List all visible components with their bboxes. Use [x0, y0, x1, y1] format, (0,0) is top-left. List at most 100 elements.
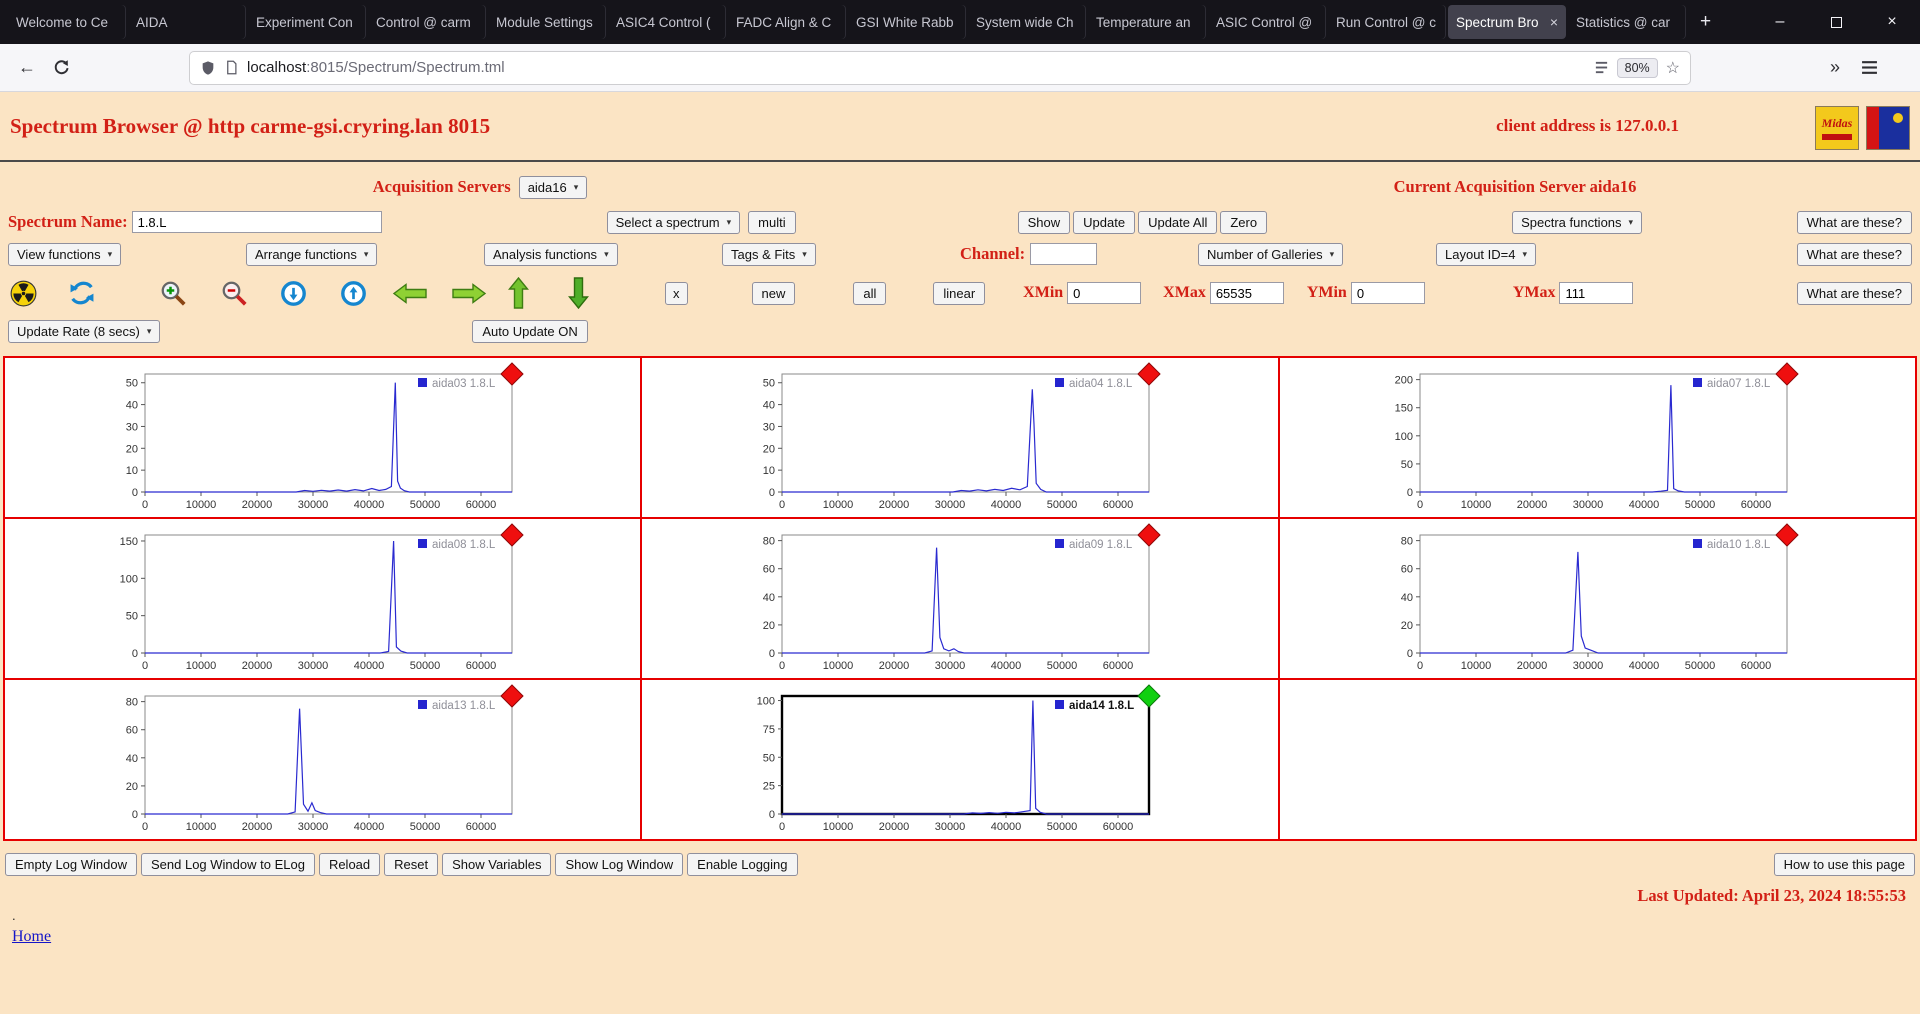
multi-button[interactable]: multi [748, 210, 796, 234]
x-tick-label: 30000 [1572, 499, 1603, 511]
spectrum-plot-aida08[interactable]: 0 50 100 150 0 10000 20000 30000 40000 50000 60000… [69, 523, 531, 675]
zoom-out-button[interactable] [219, 278, 249, 308]
reload-button[interactable] [44, 51, 78, 85]
update-all-button[interactable]: Update All [1138, 210, 1218, 234]
spectrum-plot-aida03[interactable]: 0 10 20 30 40 50 0 10000 20000 30000 40000 50000 600… [69, 362, 531, 514]
update-rate-select[interactable]: Update Rate (8 secs) ▾ [8, 320, 161, 343]
tab-gsi-white-rabb[interactable]: GSI White Rabb [848, 5, 966, 39]
what-are-these-button-1[interactable]: What are these? [1796, 210, 1912, 234]
x-tick-label: 60000 [1103, 821, 1134, 833]
spectrum-cell-aida14[interactable]: 0 25 50 75 100 0 10000 20000 30000 40000 50000 6000… [641, 679, 1279, 840]
radiation-button[interactable] [10, 280, 37, 307]
xmin-input[interactable] [1067, 282, 1142, 304]
spectrum-plot-aida13[interactable]: 0 20 40 60 80 0 10000 20000 30000 40000 50000 60000… [69, 684, 531, 836]
tab-welcome-to-ce[interactable]: Welcome to Ce [8, 5, 126, 39]
spectrum-plot-aida04[interactable]: 0 10 20 30 40 50 0 10000 20000 30000 40000 50000 600… [706, 362, 1168, 514]
spectrum-cell-aida07[interactable]: 0 50 100 150 200 0 10000 20000 30000 40000 50000 60… [1278, 357, 1916, 518]
bookmark-star-icon[interactable]: ☆ [1666, 58, 1680, 78]
channel-input[interactable] [1030, 243, 1098, 265]
tab-fadc-align-c[interactable]: FADC Align & C [728, 5, 846, 39]
refresh-button[interactable] [68, 279, 96, 307]
enable-logging-button[interactable]: Enable Logging [687, 853, 798, 876]
tags-fits-select[interactable]: Tags & Fits ▾ [722, 242, 816, 266]
overflow-menu-button[interactable]: » [1818, 51, 1852, 85]
window-maximize-button[interactable] [1808, 0, 1864, 44]
y-tick-label: 40 [763, 592, 775, 604]
tab-asic4-control[interactable]: ASIC4 Control ( [608, 5, 726, 39]
spectra-functions-select[interactable]: Spectra functions ▾ [1512, 210, 1643, 234]
zoom-in-button[interactable] [158, 278, 188, 308]
x-axis-button[interactable]: x [665, 281, 688, 305]
hamburger-menu-button[interactable] [1852, 51, 1886, 85]
spectrum-cell-aida13[interactable]: 0 20 40 60 80 0 10000 20000 30000 40000 50000 60000… [4, 679, 642, 840]
scroll-right-button[interactable] [451, 282, 487, 305]
ymax-input[interactable] [1559, 282, 1634, 304]
window-close-button[interactable]: × [1864, 0, 1920, 44]
spectrum-cell-aida10[interactable]: 0 20 40 60 80 0 10000 20000 30000 40000 50000 60000… [1278, 518, 1916, 679]
acquisition-server-select[interactable]: aida16 ▾ [518, 175, 588, 199]
how-to-use-button[interactable]: How to use this page [1773, 853, 1915, 876]
linear-button[interactable]: linear [933, 281, 986, 305]
compress-y-button[interactable] [340, 280, 367, 307]
legend-swatch [418, 378, 427, 387]
view-functions-select[interactable]: View functions ▾ [8, 242, 122, 266]
tab-spectrum-bro[interactable]: Spectrum Bro × [1448, 5, 1566, 39]
spectrum-plot-aida14[interactable]: 0 25 50 75 100 0 10000 20000 30000 40000 50000 6000… [706, 684, 1168, 836]
shield-icon[interactable] [200, 60, 216, 76]
layout-id-select[interactable]: Layout ID=4 ▾ [1436, 242, 1536, 266]
tab-system-wide-ch[interactable]: System wide Ch [968, 5, 1086, 39]
new-button[interactable]: new [751, 281, 796, 305]
tab-close-icon[interactable]: × [1544, 14, 1558, 30]
show-variables-button[interactable]: Show Variables [442, 853, 552, 876]
tab-aida[interactable]: AIDA [128, 5, 246, 39]
tab-experiment-con[interactable]: Experiment Con [248, 5, 366, 39]
zero-button[interactable]: Zero [1220, 210, 1268, 234]
x-tick-label: 40000 [991, 499, 1022, 511]
spectrum-cell-aida09[interactable]: 0 20 40 60 80 0 10000 20000 30000 40000 50000 60000… [641, 518, 1279, 679]
url-bar[interactable]: localhost:8015/Spectrum/Spectrum.tml 80%… [190, 51, 1690, 84]
spectrum-cell-aida08[interactable]: 0 50 100 150 0 10000 20000 30000 40000 50000 60000… [4, 518, 642, 679]
scroll-down-button[interactable] [567, 276, 590, 310]
what-are-these-button-3[interactable]: What are these? [1796, 281, 1912, 305]
new-tab-button[interactable]: + [1688, 11, 1723, 33]
number-of-galleries-select[interactable]: Number of Galleries ▾ [1198, 242, 1344, 266]
spectrum-plot-aida07[interactable]: 0 50 100 150 200 0 10000 20000 30000 40000 50000 60… [1344, 362, 1806, 514]
all-button[interactable]: all [853, 281, 887, 305]
update-button[interactable]: Update [1073, 210, 1136, 234]
reset-button[interactable]: Reset [384, 853, 439, 876]
reader-mode-icon[interactable] [1594, 60, 1609, 75]
select-a-spectrum-select[interactable]: Select a spectrum ▾ [606, 210, 741, 234]
home-link[interactable]: Home [12, 928, 51, 945]
spectrum-cell-aida04[interactable]: 0 10 20 30 40 50 0 10000 20000 30000 40000 50000 600… [641, 357, 1279, 518]
page-info-icon[interactable] [224, 60, 239, 75]
tab-module-settings[interactable]: Module Settings [488, 5, 606, 39]
show-button[interactable]: Show [1017, 210, 1071, 234]
scroll-up-button[interactable] [507, 276, 530, 310]
show-log-window-button[interactable]: Show Log Window [555, 853, 684, 876]
spectrum-cell-aida03[interactable]: 0 10 20 30 40 50 0 10000 20000 30000 40000 50000 600… [4, 357, 642, 518]
spectrum-name-input[interactable] [131, 211, 382, 233]
maximize-icon [1830, 16, 1842, 28]
tab-temperature-an[interactable]: Temperature an [1088, 5, 1206, 39]
send-log-to-elog-button[interactable]: Send Log Window to ELog [141, 853, 315, 876]
tab-asic-control[interactable]: ASIC Control @ [1208, 5, 1326, 39]
window-minimize-button[interactable]: – [1752, 0, 1808, 44]
back-button[interactable]: ← [10, 51, 44, 85]
xmax-input[interactable] [1209, 282, 1284, 304]
auto-update-button[interactable]: Auto Update ON [472, 320, 588, 343]
tab-control-carm[interactable]: Control @ carm [368, 5, 486, 39]
empty-log-window-button[interactable]: Empty Log Window [5, 853, 137, 876]
arrange-functions-select[interactable]: Arrange functions ▾ [246, 242, 378, 266]
expand-y-button[interactable] [280, 280, 307, 307]
ymin-input[interactable] [1350, 282, 1425, 304]
zoom-level-badge[interactable]: 80% [1616, 57, 1658, 78]
tab-run-control-c[interactable]: Run Control @ c [1328, 5, 1446, 39]
analysis-functions-select[interactable]: Analysis functions ▾ [484, 242, 618, 266]
zoom-in-icon [161, 281, 186, 306]
what-are-these-button-2[interactable]: What are these? [1796, 242, 1912, 266]
scroll-left-button[interactable] [392, 282, 428, 305]
spectrum-plot-aida10[interactable]: 0 20 40 60 80 0 10000 20000 30000 40000 50000 60000… [1344, 523, 1806, 675]
spectrum-plot-aida09[interactable]: 0 20 40 60 80 0 10000 20000 30000 40000 50000 60000… [706, 523, 1168, 675]
tab-statistics-car[interactable]: Statistics @ car [1568, 5, 1686, 39]
reload-page-button[interactable]: Reload [318, 853, 381, 876]
